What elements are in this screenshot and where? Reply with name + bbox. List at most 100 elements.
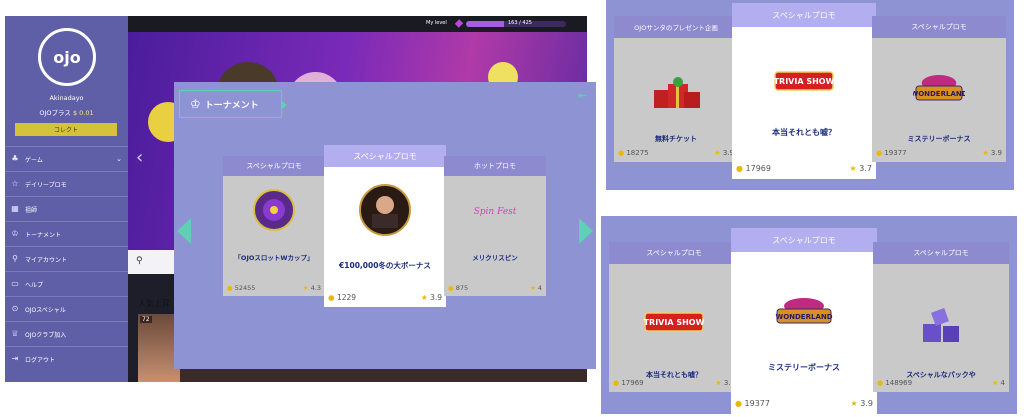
sidebar-nav: ♣ ゲーム ⌄ ☆ デイリープロモ ▦ 祖師 ♔ トーナメント ⚲ マイアカウント ▭ ヘルプ ⊙ OJOス… [5,146,128,371]
promo-card[interactable]: スペシャルプロモ TRIVIA SHOW 本当それとも嘘？ ● 17969 ★ 3.7 [732,3,876,179]
prize-wheel-icon [252,188,296,232]
star-icon: ★ [850,398,861,408]
search-icon[interactable]: ⚲ [136,256,143,266]
balance-amount: $ 0.01 [72,109,94,117]
rating-value: 3.7 [859,163,872,173]
rating-value: 3.9 [990,149,1002,157]
player-count: ● 52455 [227,284,255,292]
star-icon: ★ [982,149,991,157]
promo-card-header: OJOサンタのプレゼント企画 [614,16,738,38]
crown-icon: ♕ [11,329,19,338]
wonderland-logo: WONDERLAND [774,290,834,334]
level-progress-text: 163 / 425 [508,20,532,26]
rating-value: 3.9 [430,292,442,302]
sidebar-item-label: 祖師 [25,206,38,214]
svg-text:WONDERLAND: WONDERLAND [913,90,965,98]
promo-panel-top: OJOサンタのプレゼント企画 無料チケット ● 18275 ★ 3.9 スペシャルプロモ… [606,0,1014,190]
promo-card[interactable]: スペシャルプロモ TRIVIA SHOW 本当それとも嘘？ ● 17969 ★ 3.7 [609,242,739,392]
user-icon: ● [227,284,235,292]
carousel-prev-button[interactable] [177,218,191,244]
trivia-show-logo: TRIVIA SHOW [643,308,705,336]
player-count: ● 19377 [876,149,907,157]
rating: ★ 3.9 [982,149,1002,157]
calendar-icon: ▦ [11,204,19,213]
help-icon: ▭ [11,279,19,288]
promo-card-footer: ● 17969 ★ 3.7 [609,374,739,392]
svg-text:Spin Fest: Spin Fest [474,207,517,217]
sidebar-item-label: ログアウト [25,356,56,364]
user-icon: ● [328,292,337,302]
promo-card-title: ミステリーボーナス [768,363,840,372]
promo-card-footer: ● 17969 ★ 3.7 [732,157,876,179]
promo-card[interactable]: ホットプロモ Spin Fest メリクリスピン ● 875 ★ 4 [444,156,546,296]
star-icon: ★ [529,284,538,292]
sidebar-item-logout[interactable]: ⇥ ログアウト [5,346,128,371]
player-count: ● 18275 [618,149,649,157]
player-count-value: 148969 [885,379,913,387]
sidebar-item-label: OJOスペシャル [25,306,66,314]
sidebar-item-label: ゲーム [25,156,43,164]
player-count: ● 1229 [328,293,356,302]
promo-card-header: ホットプロモ [444,156,546,176]
rating: ★ 3.9 [421,293,442,302]
sidebar-item-user[interactable]: ⚲ マイアカウント [5,246,128,271]
promo-card-header: スペシャルプロモ [732,3,876,27]
sidebar-item-game[interactable]: ♣ ゲーム ⌄ [5,146,128,171]
promo-card-header: スペシャルプロモ [731,228,877,252]
rating: ★ 3.9 [851,399,873,408]
level-label: My level [426,20,447,26]
exit-icon[interactable]: ⇤ [578,89,587,102]
promo-card[interactable]: スペシャルプロモ WONDERLAND ミステリーボーナス ● 19377 ★ 3.9 [731,228,877,414]
promo-card[interactable]: スペシャルプロモ €100,000冬の大ボーナス ● 1229 ★ 3.9 [324,145,446,307]
promo-card[interactable]: スペシャルプロモ WONDERLAND ミステリーボーナス ● 19377 ★ 3.9 [872,16,1006,162]
location-icon: ⊙ [11,304,19,313]
ojo-logo[interactable]: ojo [38,28,96,86]
sidebar-item-help[interactable]: ▭ ヘルプ [5,271,128,296]
star-icon: ☆ [11,179,19,188]
sidebar-item-location[interactable]: ⊙ OJOスペシャル [5,296,128,321]
tournament-header[interactable]: ♔ トーナメント [179,90,287,118]
sidebar-item-trophy[interactable]: ♔ トーナメント [5,221,128,246]
svg-text:WONDERLAND: WONDERLAND [775,313,832,321]
banner-prev-icon[interactable]: ‹ [136,147,143,168]
star-icon: ★ [715,379,724,387]
star-icon: ★ [420,292,431,302]
player-count-value: 19377 [744,398,770,408]
collect-button[interactable]: コレクト [15,123,117,136]
promo-card-header: スペシャルプロモ [223,156,325,176]
rating: ★ 4.3 [303,284,321,292]
promo-card[interactable]: OJOサンタのプレゼント企画 無料チケット ● 18275 ★ 3.9 [614,16,738,162]
carousel-next-button[interactable] [579,218,593,244]
user-icon: ● [735,398,745,408]
promo-card-footer: ● 875 ★ 4 [444,280,546,296]
screenshot-canvas: ojo Akinadayo OJOプラス $ 0.01 コレクト ♣ ゲーム ⌄ ☆ デ… [0,0,1024,417]
promo-card-footer: ● 18275 ★ 3.9 [614,144,738,162]
promo-card-title: €100,000冬の大ボーナス [339,261,431,270]
chevron-down-icon: ⌄ [116,155,122,163]
rating-value: 4 [537,284,542,292]
promo-portrait-image [358,183,412,237]
sidebar-item-label: デイリープロモ [25,181,67,189]
promo-card-title: メリクリスピン [472,254,518,262]
player-count-value: 875 [455,284,469,292]
logout-icon: ⇥ [11,354,19,363]
promo-card-header: スペシャルプロモ [872,16,1006,38]
promo-panel-bottom: スペシャルプロモ TRIVIA SHOW 本当それとも嘘？ ● 17969 ★ 3.7 ス… [601,216,1017,414]
svg-text:TRIVIA SHOW: TRIVIA SHOW [774,77,835,86]
promo-card-footer: ● 19377 ★ 3.9 [731,392,877,414]
player-count-value: 19377 [884,149,907,157]
promo-card-header: スペシャルプロモ [609,242,739,264]
username: Akinadayo [49,94,84,102]
promo-card[interactable]: スペシャルプロモ スペシャルなパックや ● 148969 ★ 4 [873,242,1009,392]
rating: ★ 4 [530,284,542,292]
balance: OJOプラス $ 0.01 [5,107,128,117]
star-icon: ★ [849,163,860,173]
sidebar-item-crown[interactable]: ♕ OJOクラブ加入 [5,321,128,346]
sidebar-item-star[interactable]: ☆ デイリープロモ [5,171,128,196]
promo-card[interactable]: スペシャルプロモ 「OJOスロットWカップ」 ● 52455 ★ 4.3 [223,156,325,296]
trophy-icon: ♔ [190,97,201,111]
svg-text:TRIVIA SHOW: TRIVIA SHOW [644,318,705,327]
wonderland-logo: WONDERLAND [910,72,968,106]
star-icon: ★ [714,149,723,157]
sidebar-item-calendar[interactable]: ▦ 祖師 [5,196,128,221]
